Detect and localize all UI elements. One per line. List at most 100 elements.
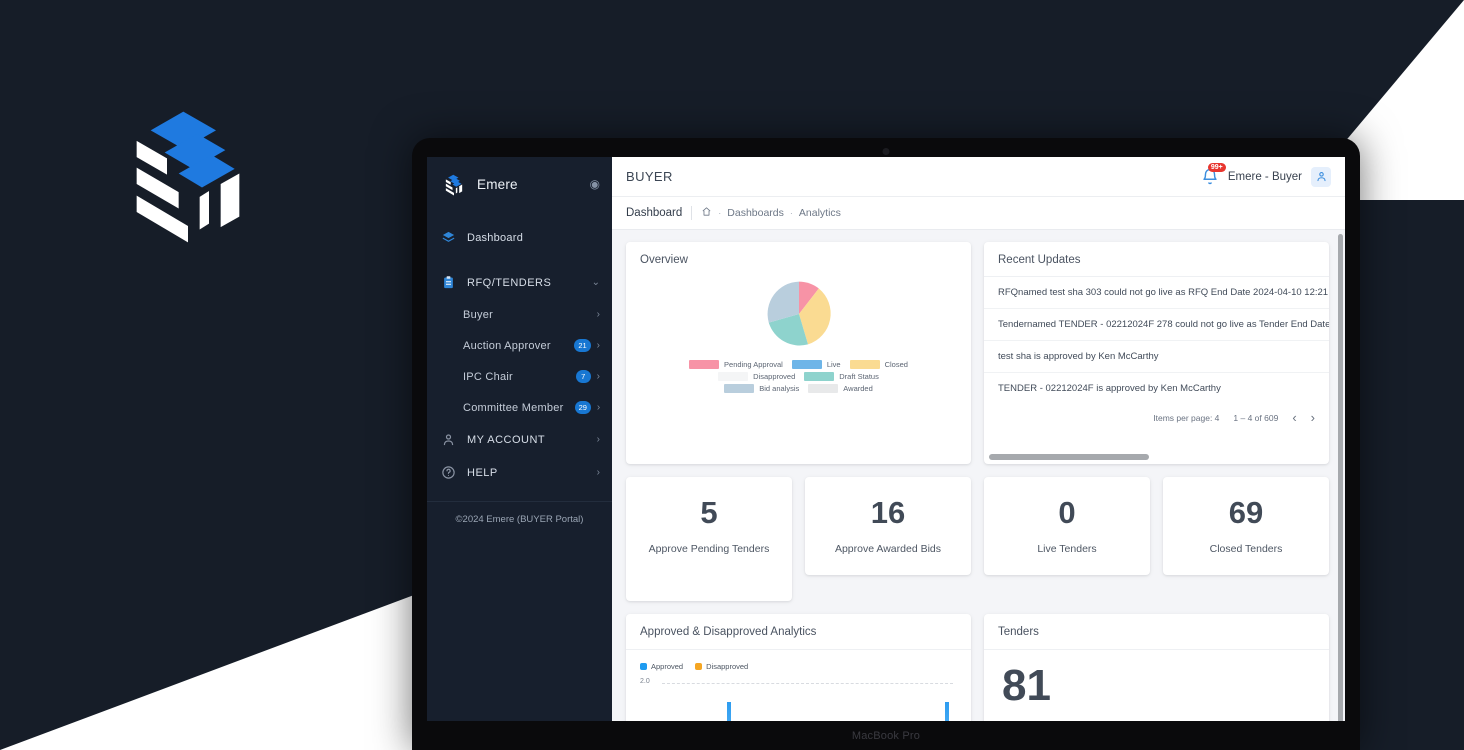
legend-swatch [849, 360, 880, 369]
main-area: BUYER 99+ Emere - Buyer Dashboard · Dash… [612, 157, 1345, 721]
gridline [662, 683, 953, 685]
stat-card-approve-pending-tenders[interactable]: 5 Approve Pending Tenders [626, 477, 792, 602]
items-per-page-label: Items per page: 4 [1153, 412, 1220, 423]
sidebar-item-buyer[interactable]: Buyer › [427, 299, 612, 330]
breadcrumb: Dashboard · Dashboards · Analytics [612, 197, 1345, 230]
legend-label: Disapproved [753, 372, 796, 381]
analytics-card: Approved & Disapproved Analytics Approve… [626, 614, 971, 721]
sidebar-item-auction-approver[interactable]: Auction Approver 21 › [427, 330, 612, 361]
stat-card-live-tenders[interactable]: 0 Live Tenders [984, 477, 1150, 576]
stat-card-closed-tenders[interactable]: 69 Closed Tenders [1163, 477, 1329, 576]
breadcrumb-divider [691, 206, 693, 220]
stat-label: Live Tenders [1037, 543, 1097, 555]
sidebar-item-label: RFQ/TENDERS [467, 276, 552, 289]
list-item[interactable]: TENDER - 02212024F is approved by Ken Mc… [984, 373, 1329, 404]
pie-chart-wrapper: Pending Approval Live Closed Disapproved… [626, 274, 971, 393]
device-label: MacBook Pro [851, 729, 921, 742]
paginator: Items per page: 4 1 – 4 of 609 ‹ › [984, 404, 1329, 428]
collapse-circle-icon[interactable]: ◉ [590, 178, 600, 190]
breadcrumb-page: Dashboard [626, 207, 683, 219]
emere-logo [118, 85, 258, 255]
list-item[interactable]: test sha is approved by Ken McCarthy [984, 341, 1329, 373]
breadcrumb-link-dashboards[interactable]: Dashboards [727, 207, 784, 219]
vertical-scrollbar[interactable] [1338, 234, 1343, 721]
row-stat-cards: 5 Approve Pending Tenders 16 Approve Awa… [626, 477, 1329, 602]
sidebar-item-help[interactable]: HELP › [427, 456, 612, 489]
sidebar-item-dashboard[interactable]: Dashboard [427, 221, 612, 254]
user-name: Emere - Buyer [1227, 170, 1302, 183]
list-item[interactable]: Tendernamed TENDER - 02212024F 278 could… [984, 309, 1329, 341]
page-title: BUYER [626, 169, 673, 184]
laptop-base: MacBook Pro [412, 721, 1360, 750]
sidebar-item-my-account[interactable]: MY ACCOUNT › [427, 423, 612, 456]
home-icon[interactable] [701, 206, 712, 220]
recent-updates-card: Recent Updates RFQnamed test sha 303 cou… [984, 242, 1329, 464]
breadcrumb-trail: · Dashboards · Analytics [701, 206, 841, 220]
topbar: BUYER 99+ Emere - Buyer [612, 157, 1345, 197]
chevron-right-icon[interactable]: › [1311, 411, 1315, 424]
legend-label: Approved [651, 662, 684, 672]
clipboard-icon [441, 275, 456, 290]
horizontal-scrollbar[interactable] [989, 454, 1149, 460]
legend-item-approved[interactable]: Approved [640, 662, 683, 671]
sidebar-brand[interactable]: Emere ◉ [427, 157, 612, 211]
chevron-right-icon[interactable]: › [597, 402, 600, 413]
legend-swatch [689, 360, 720, 369]
avatar[interactable] [1311, 166, 1331, 187]
sidebar-item-label: Auction Approver [463, 339, 551, 352]
stat-value: 69 [1228, 495, 1264, 530]
list-item[interactable]: RFQnamed test sha 303 could not go live … [984, 277, 1329, 309]
chevron-left-icon[interactable]: ‹ [1292, 411, 1296, 424]
stat-label: Approve Pending Tenders [648, 543, 770, 555]
legend-item-disapproved[interactable]: Disapproved [718, 372, 795, 381]
stat-label: Approve Awarded Bids [834, 543, 942, 555]
stat-value: 0 [1058, 495, 1076, 530]
notifications-button[interactable]: 99+ [1201, 162, 1226, 186]
chevron-right-icon[interactable]: › [597, 309, 600, 320]
chevron-right-icon[interactable]: › [597, 434, 600, 445]
sidebar-badge: 7 [575, 370, 591, 383]
dashboard-content: Overview Pending Approval Live Closed Di… [612, 230, 1345, 721]
topbar-right: 99+ Emere - Buyer [1201, 162, 1331, 187]
help-circle-icon [441, 465, 456, 480]
y-axis-tick-label: 2.0 [640, 678, 650, 686]
legend-swatch [808, 384, 839, 393]
sidebar-item-rfq-tenders[interactable]: RFQ/TENDERS ⌄ [427, 266, 612, 299]
sidebar: Emere ◉ Dashboard RFQ/TENDERS ⌄ Buyer › … [427, 157, 612, 721]
chevron-right-icon[interactable]: › [597, 340, 600, 351]
sidebar-item-committee-member[interactable]: Committee Member 29 › [427, 392, 612, 423]
legend-swatch [718, 372, 749, 381]
chevron-right-icon[interactable]: › [597, 371, 600, 382]
chevron-down-icon[interactable]: ⌄ [592, 277, 600, 288]
person-avatar-icon [1316, 172, 1326, 182]
stat-card-approve-awarded-bids[interactable]: 16 Approve Awarded Bids [805, 477, 971, 576]
breadcrumb-link-analytics[interactable]: Analytics [799, 207, 841, 219]
legend-swatch [724, 384, 755, 393]
legend-swatch [804, 372, 835, 381]
legend-item-disapproved[interactable]: Disapproved [695, 662, 748, 671]
background-wedge-bottom-left [0, 589, 430, 750]
sidebar-fill [427, 537, 612, 721]
legend-item-live[interactable]: Live [791, 360, 841, 369]
analytics-plot[interactable]: 2.0 [640, 678, 957, 721]
data-spike [727, 702, 731, 721]
sidebar-brand-name: Emere [477, 176, 518, 192]
legend-item-awarded[interactable]: Awarded [808, 384, 873, 393]
sidebar-item-ipc-chair[interactable]: IPC Chair 7 › [427, 361, 612, 392]
data-spike [945, 702, 949, 721]
legend-item-pending-approval[interactable]: Pending Approval [689, 360, 783, 369]
chevron-right-icon[interactable]: › [597, 467, 600, 478]
stat-value: 5 [700, 495, 718, 530]
legend-item-bid-analysis[interactable]: Bid analysis [724, 384, 799, 393]
tenders-title: Tenders [984, 614, 1329, 651]
person-icon [441, 432, 456, 447]
overview-pie-chart[interactable] [763, 278, 835, 350]
legend-item-draft-status[interactable]: Draft Status [804, 372, 879, 381]
breadcrumb-separator: · [718, 208, 722, 218]
legend-item-closed[interactable]: Closed [849, 360, 908, 369]
pie-legend: Pending Approval Live Closed Disapproved… [684, 360, 914, 393]
notification-count-badge: 99+ [1207, 162, 1226, 173]
sidebar-footer: ©2024 Emere (BUYER Portal) [427, 501, 612, 537]
legend-label: Bid analysis [759, 384, 800, 393]
